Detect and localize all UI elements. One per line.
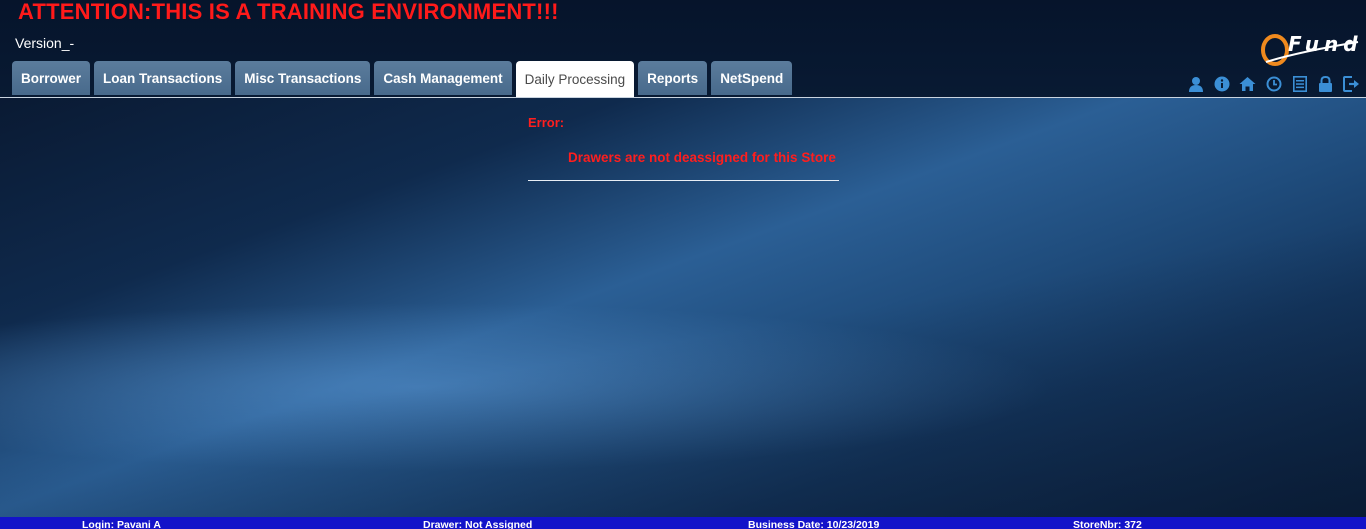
tab-cash-management[interactable]: Cash Management	[374, 61, 512, 95]
version-label: Version_-	[15, 35, 75, 51]
user-icon[interactable]	[1185, 75, 1206, 93]
toolbar-icons	[1185, 75, 1362, 93]
clock-icon[interactable]	[1263, 75, 1284, 93]
header: ATTENTION:THIS IS A TRAINING ENVIRONMENT…	[0, 0, 1366, 98]
tab-daily-processing[interactable]: Daily Processing	[515, 61, 635, 97]
tab-misc-transactions[interactable]: Misc Transactions	[235, 61, 371, 95]
document-icon[interactable]	[1289, 75, 1310, 93]
home-icon[interactable]	[1237, 75, 1258, 93]
status-bar: Login: Pavani A Drawer: Not Assigned Bus…	[0, 517, 1366, 529]
drawer-status: Drawer: Not Assigned	[423, 519, 533, 529]
training-banner: ATTENTION:THIS IS A TRAINING ENVIRONMENT…	[18, 0, 559, 24]
error-label: Error:	[528, 115, 565, 130]
login-status: Login: Pavani A	[82, 519, 161, 529]
tab-netspend[interactable]: NetSpend	[711, 61, 793, 95]
error-divider	[528, 180, 839, 181]
tab-loan-transactions[interactable]: Loan Transactions	[94, 61, 232, 95]
error-message: Drawers are not deassigned for this Stor…	[568, 150, 836, 165]
business-date: Business Date: 10/23/2019	[748, 519, 880, 529]
logout-icon[interactable]	[1341, 75, 1362, 93]
store-number: StoreNbr: 372	[1073, 519, 1142, 529]
tab-reports[interactable]: Reports	[638, 61, 708, 95]
error-panel: Error: Drawers are not deassigned for th…	[528, 115, 839, 181]
logo-text: Fund	[1288, 32, 1363, 56]
main-tabs: Borrower Loan Transactions Misc Transact…	[12, 61, 793, 97]
lock-icon[interactable]	[1315, 75, 1336, 93]
qfund-logo: Fund	[1258, 28, 1362, 72]
info-icon[interactable]	[1211, 75, 1232, 93]
tab-borrower[interactable]: Borrower	[12, 61, 91, 95]
